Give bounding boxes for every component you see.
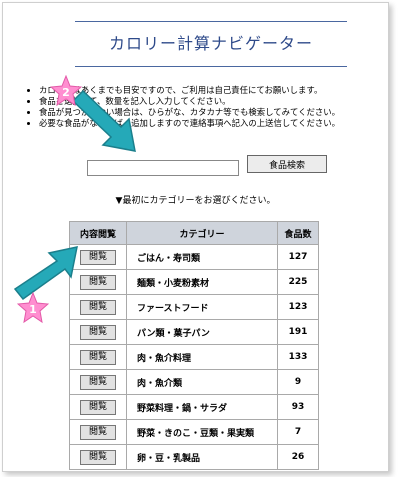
table-row: 閲覧 肉・魚介類 9 <box>69 369 319 395</box>
page-frame: カロリー計算ナビゲーター カロリーはあくまでも目安ですので、ご利用は自己責任にて… <box>2 2 389 472</box>
count-cell: 26 <box>277 444 319 470</box>
header-category: カテゴリー <box>126 221 278 245</box>
table-row: 閲覧 ごはん・寿司類 127 <box>69 244 319 270</box>
table-row: 閲覧 野菜料理・鍋・サラダ 93 <box>69 394 319 420</box>
page-title: カロリー計算ナビゲーター <box>108 34 313 53</box>
count-cell: 93 <box>277 394 319 420</box>
count-cell: 225 <box>277 269 319 295</box>
table-row: 閲覧 肉・魚介料理 133 <box>69 344 319 370</box>
view-button[interactable]: 閲覧 <box>80 249 116 265</box>
category-cell: 肉・魚介料理 <box>126 344 278 370</box>
category-cell: ごはん・寿司類 <box>126 244 278 270</box>
view-button[interactable]: 閲覧 <box>80 299 116 315</box>
table-row: 閲覧 ファーストフード 123 <box>69 294 319 320</box>
count-cell: 123 <box>277 294 319 320</box>
count-cell: 9 <box>277 369 319 395</box>
table-row: 閲覧 パン類・菓子パン 191 <box>69 319 319 345</box>
header-count: 食品数 <box>277 221 319 245</box>
view-button[interactable]: 閲覧 <box>80 274 116 290</box>
header-view: 内容閲覧 <box>69 221 127 245</box>
table-row: 閲覧 麺類・小麦粉素材 225 <box>69 269 319 295</box>
view-button[interactable]: 閲覧 <box>80 449 116 465</box>
category-cell: 野菜料理・鍋・サラダ <box>126 394 278 420</box>
count-cell: 191 <box>277 319 319 345</box>
food-search-button[interactable]: 食品検索 <box>247 155 327 173</box>
title-bar: カロリー計算ナビゲーター <box>75 21 347 67</box>
table-row: 閲覧 野菜・きのこ・豆類・果実類 7 <box>69 419 319 445</box>
view-button[interactable]: 閲覧 <box>80 349 116 365</box>
category-cell: 野菜・きのこ・豆類・果実類 <box>126 419 278 445</box>
category-cell: 肉・魚介類 <box>126 369 278 395</box>
category-cell: 卵・豆・乳製品 <box>126 444 278 470</box>
category-table: 内容閲覧 カテゴリー 食品数 閲覧 ごはん・寿司類 127 閲覧 麺類・小麦粉素材 22… <box>69 221 319 470</box>
count-cell: 7 <box>277 419 319 445</box>
step-star-icon: 1 <box>17 292 49 324</box>
category-cell: 麺類・小麦粉素材 <box>126 269 278 295</box>
count-cell: 133 <box>277 344 319 370</box>
category-instruction: ▼最初にカテゴリーをお選びください。 <box>115 196 276 206</box>
food-search-input[interactable] <box>87 160 239 176</box>
count-cell: 127 <box>277 244 319 270</box>
table-header-row: 内容閲覧 カテゴリー 食品数 <box>69 221 319 245</box>
table-row: 閲覧 卵・豆・乳製品 26 <box>69 444 319 470</box>
view-button[interactable]: 閲覧 <box>80 424 116 440</box>
view-button[interactable]: 閲覧 <box>80 374 116 390</box>
step-number: 1 <box>29 303 37 316</box>
category-cell: ファーストフード <box>126 294 278 320</box>
category-cell: パン類・菓子パン <box>126 319 278 345</box>
step-number: 2 <box>62 86 70 99</box>
step-star-icon: 2 <box>50 75 82 107</box>
view-button[interactable]: 閲覧 <box>80 324 116 340</box>
view-button[interactable]: 閲覧 <box>80 399 116 415</box>
